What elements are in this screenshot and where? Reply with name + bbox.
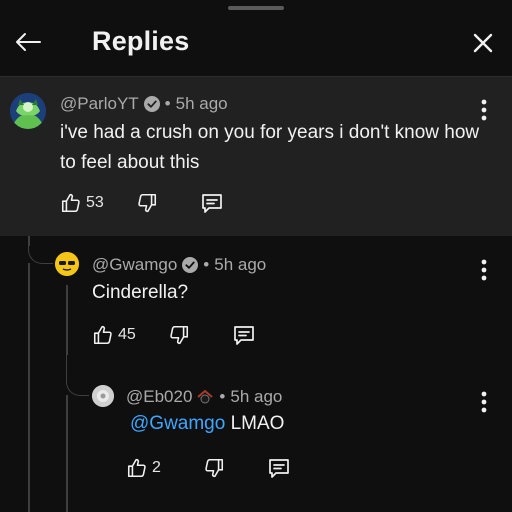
comment-text: i've had a crush on you for years i don'…: [60, 122, 480, 173]
dislike-button[interactable]: [136, 192, 158, 214]
separator-dot: •: [164, 94, 171, 113]
like-button[interactable]: 53: [60, 192, 104, 214]
author-line: @ParloYT • 5h ago: [60, 94, 228, 114]
like-count: 53: [86, 194, 104, 211]
author-line: @Gwamgo • 5h ago: [92, 255, 266, 275]
thumbs-down-icon: [138, 193, 156, 213]
reply-button[interactable]: [200, 191, 224, 215]
dislike-button[interactable]: [168, 324, 190, 346]
avatar[interactable]: [10, 93, 46, 129]
comment-body: LMAO: [225, 413, 285, 434]
reply-icon: [201, 194, 222, 213]
mention-link[interactable]: @Gwamgo: [130, 413, 225, 434]
like-button[interactable]: 2: [126, 457, 161, 479]
more-options-button[interactable]: [474, 257, 494, 283]
more-vert-icon: [481, 391, 487, 413]
thumbs-down-icon: [205, 458, 223, 478]
thread-connector: [66, 355, 89, 396]
like-count: 2: [152, 459, 161, 476]
thumbs-up-icon: [93, 325, 112, 345]
reply-button[interactable]: [232, 323, 256, 347]
like-count: 45: [118, 326, 136, 343]
page-title: Replies: [92, 26, 190, 56]
thumbs-down-icon: [170, 325, 188, 345]
drag-handle[interactable]: [228, 6, 284, 10]
author-handle[interactable]: @ParloYT: [60, 94, 139, 114]
close-icon: [473, 33, 493, 53]
thread-connector: [28, 236, 53, 264]
replies-panel: Replies @ParloYT • 5h ago i've had a cru…: [0, 0, 512, 512]
reply-icon: [269, 459, 289, 478]
reply-avatar[interactable]: [55, 252, 79, 276]
more-options-button[interactable]: [474, 389, 494, 415]
dislike-button[interactable]: [203, 457, 225, 479]
avatar-image: [92, 385, 114, 407]
reply-button[interactable]: [267, 456, 291, 480]
top-comment: @ParloYT • 5h ago i've had a crush on yo…: [0, 77, 512, 236]
timestamp[interactable]: 5h ago: [214, 255, 266, 275]
avatar-image: [10, 93, 46, 129]
verified-check-icon: [182, 257, 199, 273]
thread-line: [66, 285, 68, 355]
timestamp[interactable]: 5h ago: [230, 387, 282, 407]
thumbs-up-icon: [127, 458, 146, 478]
community-badge-icon: [197, 390, 214, 404]
avatar-image: [55, 252, 79, 276]
comment-actions: 2: [126, 456, 291, 480]
reply-avatar[interactable]: [92, 385, 114, 407]
like-button[interactable]: 45: [92, 324, 136, 346]
back-arrow-icon: [16, 33, 41, 51]
author-handle[interactable]: @Eb020: [126, 387, 192, 407]
reply-icon: [233, 326, 254, 345]
timestamp[interactable]: 5h ago: [176, 94, 228, 114]
author-line: @Eb020 • 5h ago: [126, 387, 282, 407]
comment-text: @Gwamgo LMAO: [130, 409, 470, 439]
thread-line: [66, 395, 68, 512]
back-button[interactable]: [12, 28, 44, 56]
comment-actions: 45: [92, 323, 256, 347]
replies-header: Replies: [0, 14, 512, 74]
thumbs-up-icon: [61, 193, 80, 213]
more-vert-icon: [481, 259, 487, 281]
comment-text: Cinderella?: [92, 282, 189, 303]
author-handle[interactable]: @Gwamgo: [92, 255, 177, 275]
comment-actions: 53: [60, 191, 224, 215]
thread-line: [28, 263, 30, 512]
separator-dot: •: [219, 387, 226, 406]
separator-dot: •: [203, 255, 210, 274]
verified-check-icon: [143, 96, 160, 112]
close-button[interactable]: [468, 28, 498, 58]
